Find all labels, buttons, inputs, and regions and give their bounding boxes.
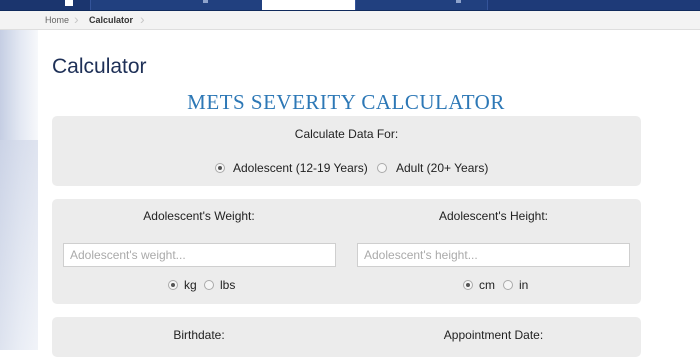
breadcrumb-home-link[interactable]: Home [45, 11, 69, 29]
weight-label: Adolescent's Weight: [143, 209, 255, 223]
dates-panel: Birthdate: Appointment Date: [52, 317, 641, 357]
adult-option-label[interactable]: Adult (20+ Years) [396, 161, 488, 175]
nav-item-active[interactable] [262, 0, 355, 10]
adolescent-option-label[interactable]: Adolescent (12-19 Years) [233, 161, 368, 175]
lbs-label[interactable]: lbs [220, 278, 235, 292]
lbs-radio[interactable] [204, 280, 214, 290]
chevron-right-icon: › [74, 11, 79, 27]
in-radio[interactable] [503, 280, 513, 290]
nav-logo-area[interactable] [0, 0, 90, 10]
kg-radio[interactable] [168, 280, 178, 290]
chevron-right-icon: › [140, 11, 145, 27]
weight-height-panel: Adolescent's Weight: Adolescent's Height… [52, 199, 641, 304]
in-label[interactable]: in [519, 278, 528, 292]
breadcrumb: Home › Calculator › [0, 11, 700, 30]
calculate-for-panel: Calculate Data For: Adolescent (12-19 Ye… [52, 116, 641, 186]
cm-radio[interactable] [463, 280, 473, 290]
adolescent-radio[interactable] [215, 163, 225, 173]
nav-item-icon [203, 0, 208, 3]
appointment-date-label: Appointment Date: [443, 328, 544, 342]
height-input[interactable] [357, 243, 630, 267]
cm-label[interactable]: cm [479, 278, 495, 292]
adult-radio[interactable] [377, 163, 387, 173]
height-label: Adolescent's Height: [438, 209, 549, 223]
nav-item-4[interactable] [487, 0, 700, 10]
nav-item-1[interactable] [90, 0, 263, 10]
nav-item-icon [456, 0, 461, 3]
breadcrumb-current: Calculator [89, 15, 134, 25]
logo-mark [65, 0, 73, 6]
calculate-for-label: Calculate Data For: [294, 127, 399, 141]
kg-label[interactable]: kg [184, 278, 197, 292]
page-title: Calculator [52, 55, 147, 78]
nav-item-3[interactable] [355, 0, 488, 10]
weight-input[interactable] [63, 243, 336, 267]
calculator-title: METS SEVERITY CALCULATOR [0, 90, 700, 115]
birthdate-label: Birthdate: [173, 328, 225, 342]
top-navigation-bar [0, 0, 700, 11]
left-decorative-gradient [0, 30, 38, 350]
calculator-title-text: METS SEVERITY CALCULATOR [187, 90, 505, 114]
